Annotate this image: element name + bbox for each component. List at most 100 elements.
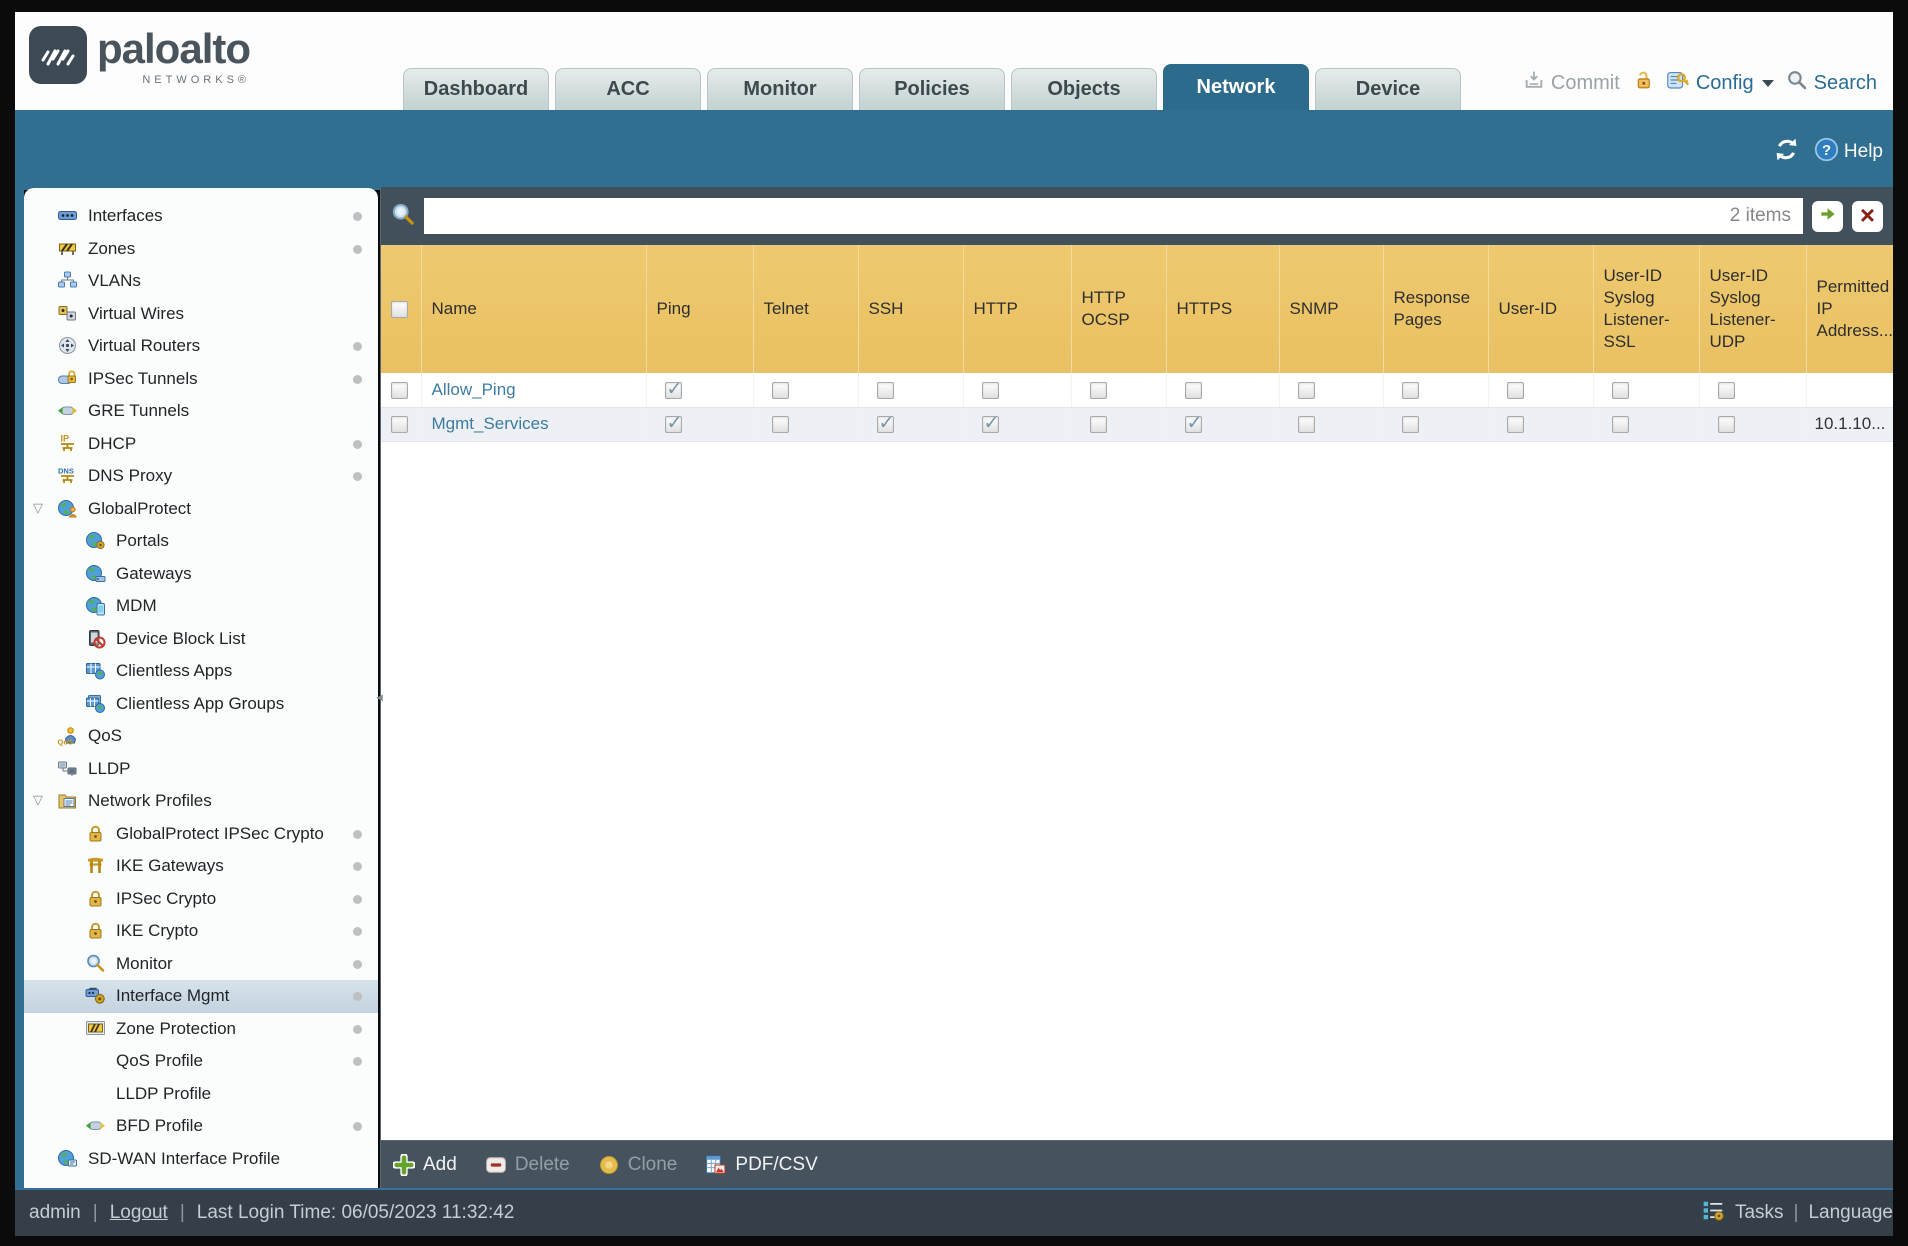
sidebar-item-zone-protection[interactable]: Zone Protection [24, 1013, 378, 1046]
row-name-link[interactable]: Mgmt_Services [422, 414, 549, 433]
language-button[interactable]: Language [1808, 1202, 1893, 1224]
http-checkbox[interactable] [981, 412, 999, 435]
column-header-ping[interactable]: Ping [646, 245, 754, 373]
snmp-checkbox[interactable] [1297, 416, 1315, 434]
select-all-checkbox[interactable] [391, 300, 408, 318]
tab-device[interactable]: Device [1315, 68, 1461, 110]
sidebar-item-ike-gateways[interactable]: IKE Gateways [24, 850, 378, 883]
column-header-http[interactable]: HTTP [963, 245, 1072, 373]
http_ocsp-checkbox[interactable] [1089, 416, 1107, 434]
sidebar-item-dhcp[interactable]: IP DHCP [24, 428, 378, 461]
sidebar-item-zones[interactable]: Zones [24, 233, 378, 266]
uid_syslog_ssl-checkbox[interactable] [1611, 381, 1629, 399]
row-select-checkbox[interactable] [391, 416, 408, 434]
ssh-checkbox[interactable] [876, 381, 894, 399]
delete-button[interactable]: Delete [485, 1154, 570, 1176]
tab-network[interactable]: Network [1163, 64, 1309, 110]
https-checkbox[interactable] [1184, 381, 1202, 399]
sidebar-item-interface-mgmt[interactable]: Interface Mgmt [24, 980, 378, 1013]
telnet-checkbox[interactable] [771, 416, 789, 434]
global-search-button[interactable]: Search [1786, 69, 1877, 97]
tab-dashboard[interactable]: Dashboard [403, 68, 549, 110]
tab-monitor[interactable]: Monitor [707, 68, 853, 110]
column-header-snmp[interactable]: SNMP [1279, 245, 1384, 373]
sidebar-item-mdm[interactable]: MDM [24, 590, 378, 623]
tasks-button[interactable]: Tasks [1735, 1202, 1784, 1224]
snmp-checkbox[interactable] [1297, 381, 1315, 399]
telnet-checkbox[interactable] [771, 381, 789, 399]
add-button[interactable]: Add [391, 1152, 457, 1177]
sidebar-item-monitor[interactable]: Monitor [24, 948, 378, 981]
response_pages-checkbox[interactable] [1401, 381, 1419, 399]
sidebar-item-ipsec-tunnels[interactable]: IPSec Tunnels [24, 363, 378, 396]
column-header-response_pages[interactable]: Response Pages [1383, 245, 1489, 373]
uid_syslog_ssl-checkbox[interactable] [1611, 416, 1629, 434]
http_ocsp-checkbox[interactable] [1089, 381, 1107, 399]
sidebar-item-portals[interactable]: Portals [24, 525, 378, 558]
commit-label: Commit [1550, 71, 1620, 94]
ssh-checkbox[interactable] [876, 412, 894, 435]
sidebar-item-gre-tunnels[interactable]: GRE Tunnels [24, 395, 378, 428]
tab-objects[interactable]: Objects [1011, 68, 1157, 110]
column-header-uid_syslog_udp[interactable]: User-ID Syslog Listener-UDP [1699, 245, 1807, 373]
clone-button[interactable]: Clone [598, 1154, 677, 1176]
refresh-icon[interactable] [1773, 136, 1800, 168]
logout-link[interactable]: Logout [110, 1202, 168, 1224]
config-lock-icon[interactable] [1632, 69, 1654, 97]
sidebar-item-qos[interactable]: QoS QoS [24, 720, 378, 753]
sidebar-item-clientless-app-groups[interactable]: Clientless App Groups [24, 688, 378, 721]
http-checkbox[interactable] [981, 381, 999, 399]
column-header-uid_syslog_ssl[interactable]: User-ID Syslog Listener-SSL [1593, 245, 1700, 373]
https-checkbox[interactable] [1184, 412, 1202, 435]
sidebar-item-dns-proxy[interactable]: DNS DNS Proxy [24, 460, 378, 493]
row-select-checkbox[interactable] [391, 381, 408, 399]
sidebar-item-sd-wan-interface-profile[interactable]: SD-WAN Interface Profile [24, 1143, 378, 1176]
sidebar-item-device-block-list[interactable]: Device Block List [24, 623, 378, 656]
tab-acc[interactable]: ACC [555, 68, 701, 110]
column-header-telnet[interactable]: Telnet [753, 245, 859, 373]
uid_syslog_udp-checkbox[interactable] [1717, 381, 1735, 399]
column-header-ssh[interactable]: SSH [858, 245, 964, 373]
sidebar-item-virtual-wires[interactable]: Virtual Wires [24, 298, 378, 331]
tab-policies[interactable]: Policies [859, 68, 1005, 110]
sidebar-item-clientless-apps[interactable]: Clientless Apps [24, 655, 378, 688]
ping-checkbox[interactable] [664, 412, 682, 435]
sidebar-item-label: QoS Profile [116, 1051, 203, 1071]
main-panel: 2 items × Name Ping Telnet SSH HTTP HTTP OCSP… [380, 187, 1893, 1188]
sidebar-item-globalprotect[interactable]: ▽ GlobalProtect [24, 493, 378, 526]
column-header-user_id[interactable]: User-ID [1488, 245, 1594, 373]
sidebar-item-vlans[interactable]: VLANs [24, 265, 378, 298]
clear-filter-button[interactable]: × [1852, 200, 1883, 232]
column-header-name[interactable]: Name [421, 245, 647, 373]
sidebar-item-virtual-routers[interactable]: Virtual Routers [24, 330, 378, 363]
config-menu-button[interactable]: Config [1666, 68, 1774, 98]
filter-input[interactable] [424, 198, 1803, 234]
user_id-checkbox[interactable] [1506, 381, 1524, 399]
help-button[interactable]: ? Help [1814, 137, 1883, 168]
ping-checkbox[interactable] [664, 378, 682, 401]
commit-button[interactable]: Commit [1523, 69, 1620, 97]
sidebar-item-gateways[interactable]: Gateways [24, 558, 378, 591]
apply-filter-button[interactable] [1812, 200, 1843, 232]
sidebar-item-bfd-profile[interactable]: BFD Profile [24, 1110, 378, 1143]
uid_syslog_udp-checkbox[interactable] [1717, 416, 1735, 434]
column-header-https[interactable]: HTTPS [1166, 245, 1280, 373]
expand-triangle-icon[interactable]: ▽ [33, 793, 43, 806]
pdf-csv-button[interactable]: PDF/CSV [705, 1154, 818, 1176]
sidebar-item-ike-crypto[interactable]: IKE Crypto [24, 915, 378, 948]
sidebar-item-network-profiles[interactable]: ▽ Network Profiles [24, 785, 378, 818]
sidebar-item-interfaces[interactable]: Interfaces [24, 200, 378, 233]
sidebar-collapse-handle[interactable]: ◄ [374, 692, 385, 704]
sidebar-item-globalprotect-ipsec-crypto[interactable]: GlobalProtect IPSec Crypto [24, 818, 378, 851]
sidebar-item-lldp-profile[interactable]: LLDP Profile [24, 1078, 378, 1111]
portals-icon [85, 530, 109, 552]
user_id-checkbox[interactable] [1506, 416, 1524, 434]
expand-triangle-icon[interactable]: ▽ [33, 501, 43, 514]
sidebar-item-qos-profile[interactable]: QoS Profile [24, 1045, 378, 1078]
sidebar-item-ipsec-crypto[interactable]: IPSec Crypto [24, 883, 378, 916]
column-header-permitted_ip[interactable]: Permitted IP Address... [1806, 245, 1893, 373]
column-header-http_ocsp[interactable]: HTTP OCSP [1071, 245, 1167, 373]
sidebar-item-lldp[interactable]: LLDP [24, 753, 378, 786]
response_pages-checkbox[interactable] [1401, 416, 1419, 434]
row-name-link[interactable]: Allow_Ping [422, 380, 516, 399]
